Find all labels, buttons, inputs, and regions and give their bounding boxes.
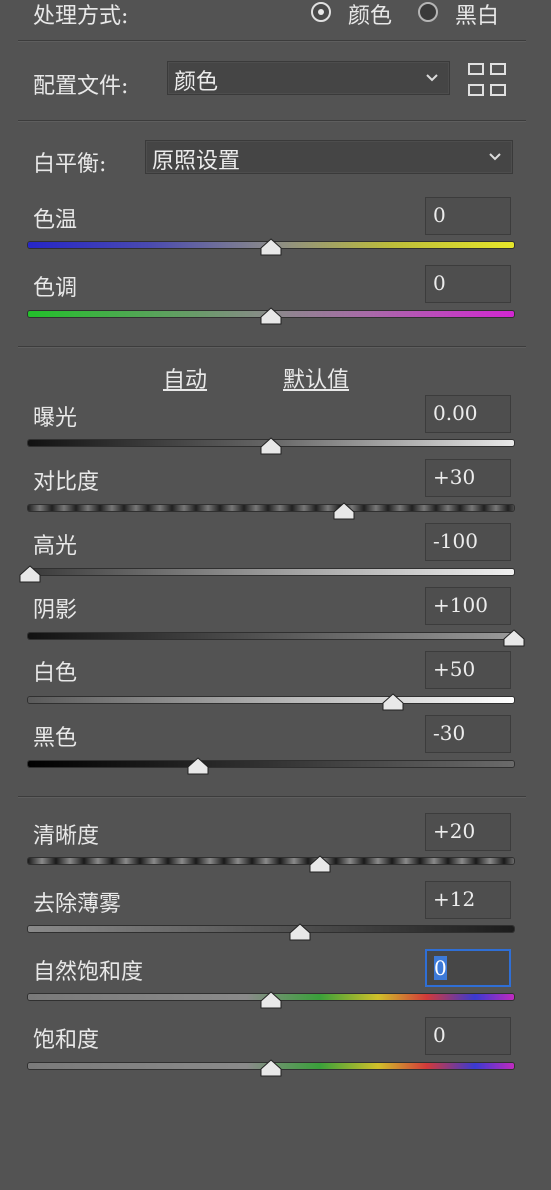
chevron-down-icon (426, 74, 438, 82)
blacks-input[interactable]: -30 (425, 715, 511, 753)
slider-label-vibrance: 自然饱和度 (33, 960, 144, 985)
vibrance-input-value: 0 (434, 956, 447, 980)
contrast-track[interactable] (28, 505, 514, 511)
exposure-thumb[interactable] (260, 437, 282, 455)
slider-label-clarity: 清晰度 (33, 824, 100, 849)
blacks-thumb[interactable] (187, 757, 209, 775)
chevron-down-icon (489, 153, 501, 161)
auto-link[interactable]: 自动 (163, 362, 207, 394)
vibrance-input[interactable]: 0 (425, 949, 511, 987)
tint-input[interactable]: 0 (425, 265, 511, 303)
grid-view-icon[interactable] (468, 63, 506, 97)
slider-label-whites: 白色 (33, 661, 78, 686)
clarity-track[interactable] (28, 858, 514, 864)
temperature-thumb[interactable] (260, 238, 282, 256)
radio-bw[interactable] (418, 2, 438, 22)
slider-label-blacks: 黑色 (33, 726, 78, 751)
profile-select-value: 颜色 (174, 70, 219, 95)
highlights-track[interactable] (28, 569, 514, 575)
slider-label-highlights: 高光 (33, 534, 78, 559)
highlights-thumb[interactable] (19, 565, 41, 583)
divider (18, 796, 526, 798)
highlights-input[interactable]: -100 (425, 523, 511, 561)
dehaze-track[interactable] (28, 926, 514, 932)
blacks-track[interactable] (28, 761, 514, 767)
saturation-thumb[interactable] (260, 1059, 282, 1077)
radio-bw-label[interactable]: 黑白 (455, 0, 499, 30)
clarity-thumb[interactable] (309, 855, 331, 873)
whites-track[interactable] (28, 697, 514, 703)
contrast-input[interactable]: +30 (425, 459, 511, 497)
vibrance-thumb[interactable] (260, 991, 282, 1009)
shadows-thumb[interactable] (503, 629, 525, 647)
treatment-label: 处理方式: (33, 4, 129, 29)
white-balance-select[interactable]: 原照设置 (145, 140, 513, 174)
slider-label-shadows: 阴影 (33, 598, 78, 623)
slider-label-saturation: 饱和度 (33, 1028, 100, 1053)
tint-thumb[interactable] (260, 307, 282, 325)
white-balance-label: 白平衡: (33, 152, 107, 177)
divider (18, 346, 526, 348)
temperature-input[interactable]: 0 (425, 197, 511, 235)
default-link[interactable]: 默认值 (283, 362, 349, 394)
profile-select[interactable]: 颜色 (167, 61, 450, 95)
radio-color[interactable] (311, 2, 331, 22)
slider-label-exposure: 曝光 (33, 406, 78, 431)
shadows-input[interactable]: +100 (425, 587, 511, 625)
whites-thumb[interactable] (382, 693, 404, 711)
clarity-input[interactable]: +20 (425, 813, 511, 851)
dehaze-thumb[interactable] (289, 923, 311, 941)
dehaze-input[interactable]: +12 (425, 881, 511, 919)
contrast-thumb[interactable] (333, 502, 355, 520)
profile-label: 配置文件: (33, 74, 129, 99)
saturation-input[interactable]: 0 (425, 1017, 511, 1055)
divider (18, 40, 526, 42)
shadows-track[interactable] (28, 633, 514, 639)
slider-label-tint: 色调 (33, 276, 78, 301)
slider-label-dehaze: 去除薄雾 (33, 892, 122, 917)
white-balance-select-value: 原照设置 (152, 149, 241, 174)
exposure-input[interactable]: 0.00 (425, 395, 511, 433)
divider (18, 120, 526, 122)
slider-label-contrast: 对比度 (33, 470, 100, 495)
whites-input[interactable]: +50 (425, 651, 511, 689)
slider-label-temperature: 色温 (33, 208, 78, 233)
radio-color-label[interactable]: 颜色 (348, 0, 392, 30)
